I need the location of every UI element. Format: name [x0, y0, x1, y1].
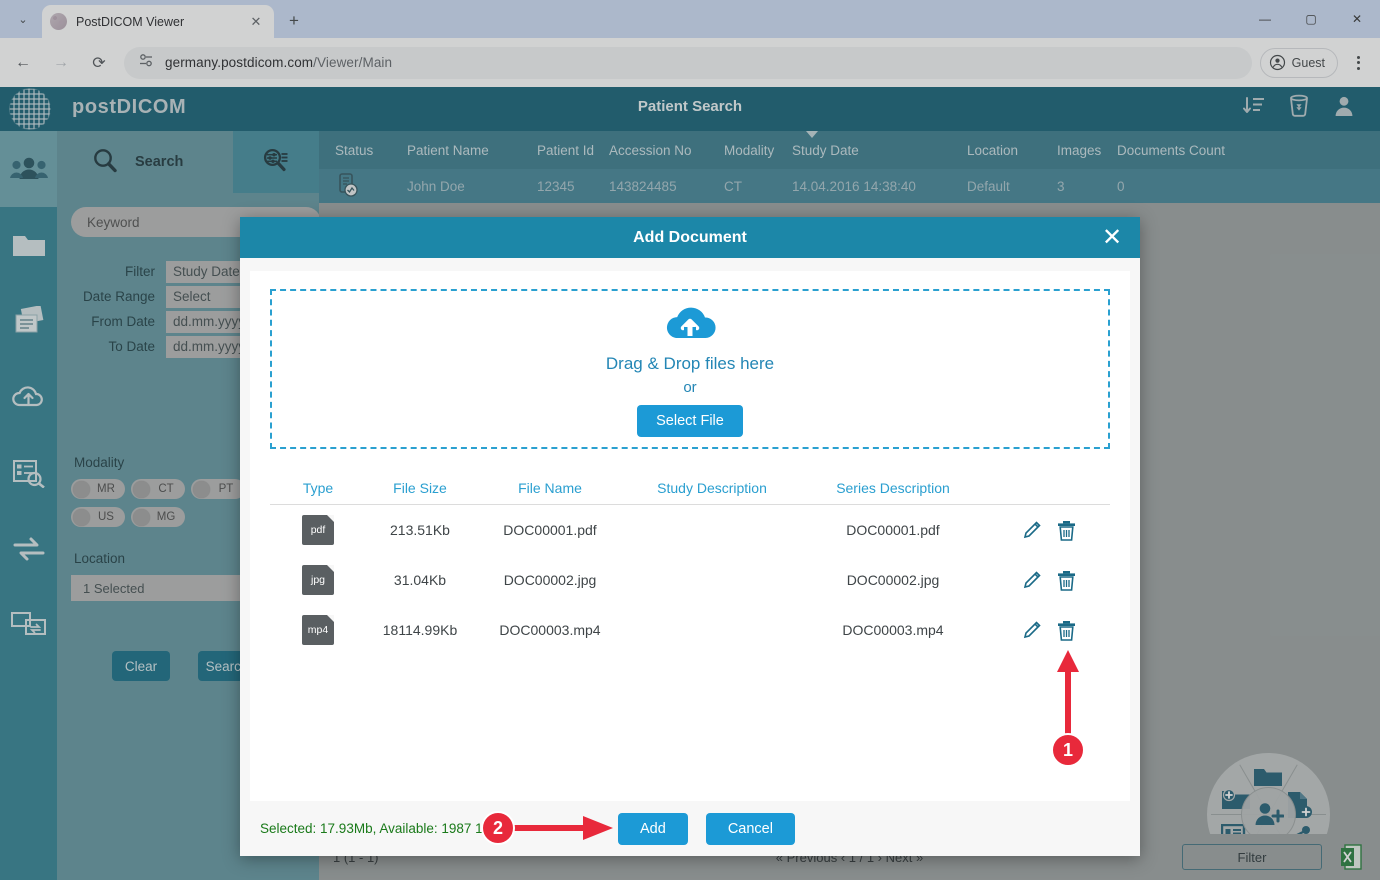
- file-type-label: jpg: [302, 565, 334, 595]
- file-series-description: DOC00001.pdf: [798, 522, 988, 538]
- col-file-size: File Size: [366, 480, 474, 496]
- select-file-button[interactable]: Select File: [637, 405, 743, 437]
- annotation-badge-1: 1: [1051, 733, 1085, 767]
- storage-status: Selected: 17.93Mb, Available: 1987 1Mb: [260, 821, 501, 836]
- file-series-description: DOC00002.jpg: [798, 572, 988, 588]
- file-type-badge: mp4: [270, 615, 366, 645]
- file-dropzone[interactable]: Drag & Drop files here or Select File: [270, 289, 1110, 449]
- list-item: pdf 213.51Kb DOC00001.pdf DOC00001.pdf: [270, 505, 1110, 555]
- col-type: Type: [270, 480, 366, 496]
- close-icon[interactable]: ✕: [1098, 224, 1126, 252]
- cancel-button[interactable]: Cancel: [706, 813, 795, 845]
- row-actions: [988, 520, 1110, 541]
- add-button[interactable]: Add: [618, 813, 688, 845]
- file-name: DOC00003.mp4: [474, 622, 626, 638]
- cloud-upload-icon: [664, 302, 716, 349]
- col-series-description: Series Description: [798, 480, 988, 496]
- row-actions: [988, 570, 1110, 591]
- file-size: 213.51Kb: [366, 522, 474, 538]
- dialog-footer: Selected: 17.93Mb, Available: 1987 1Mb A…: [240, 801, 1140, 856]
- file-name: DOC00001.pdf: [474, 522, 626, 538]
- delete-icon[interactable]: [1057, 570, 1076, 591]
- dialog-body: Drag & Drop files here or Select File Ty…: [250, 271, 1130, 801]
- file-size: 31.04Kb: [366, 572, 474, 588]
- file-list: Type File Size File Name Study Descripti…: [270, 471, 1110, 801]
- file-series-description: DOC00003.mp4: [798, 622, 988, 638]
- dropzone-or: or: [683, 379, 696, 396]
- file-type-label: pdf: [302, 515, 334, 545]
- dialog-header: Add Document ✕: [240, 217, 1140, 258]
- screen: ⌄ PostDICOM Viewer ✕ + — ▢ ✕ ← → ⟳: [0, 0, 1380, 880]
- add-document-dialog: Add Document ✕ Drag & Drop files here or…: [240, 217, 1140, 856]
- dropzone-title: Drag & Drop files here: [606, 354, 774, 374]
- file-type-label: mp4: [302, 615, 334, 645]
- file-type-badge: jpg: [270, 565, 366, 595]
- file-type-badge: pdf: [270, 515, 366, 545]
- row-actions: [988, 620, 1110, 641]
- delete-icon[interactable]: [1057, 620, 1076, 641]
- delete-icon[interactable]: [1057, 520, 1076, 541]
- list-item: mp4 18114.99Kb DOC00003.mp4 DOC00003.mp4: [270, 605, 1110, 655]
- col-file-name: File Name: [474, 480, 626, 496]
- list-item: jpg 31.04Kb DOC00002.jpg DOC00002.jpg: [270, 555, 1110, 605]
- file-size: 18114.99Kb: [366, 622, 474, 638]
- file-name: DOC00002.jpg: [474, 572, 626, 588]
- file-list-header: Type File Size File Name Study Descripti…: [270, 471, 1110, 505]
- edit-icon[interactable]: [1022, 620, 1043, 641]
- dialog-actions: Add Cancel: [618, 813, 795, 845]
- dialog-title: Add Document: [633, 229, 747, 247]
- col-study-description: Study Description: [626, 480, 798, 496]
- edit-icon[interactable]: [1022, 520, 1043, 541]
- annotation-badge-2: 2: [481, 811, 515, 845]
- edit-icon[interactable]: [1022, 570, 1043, 591]
